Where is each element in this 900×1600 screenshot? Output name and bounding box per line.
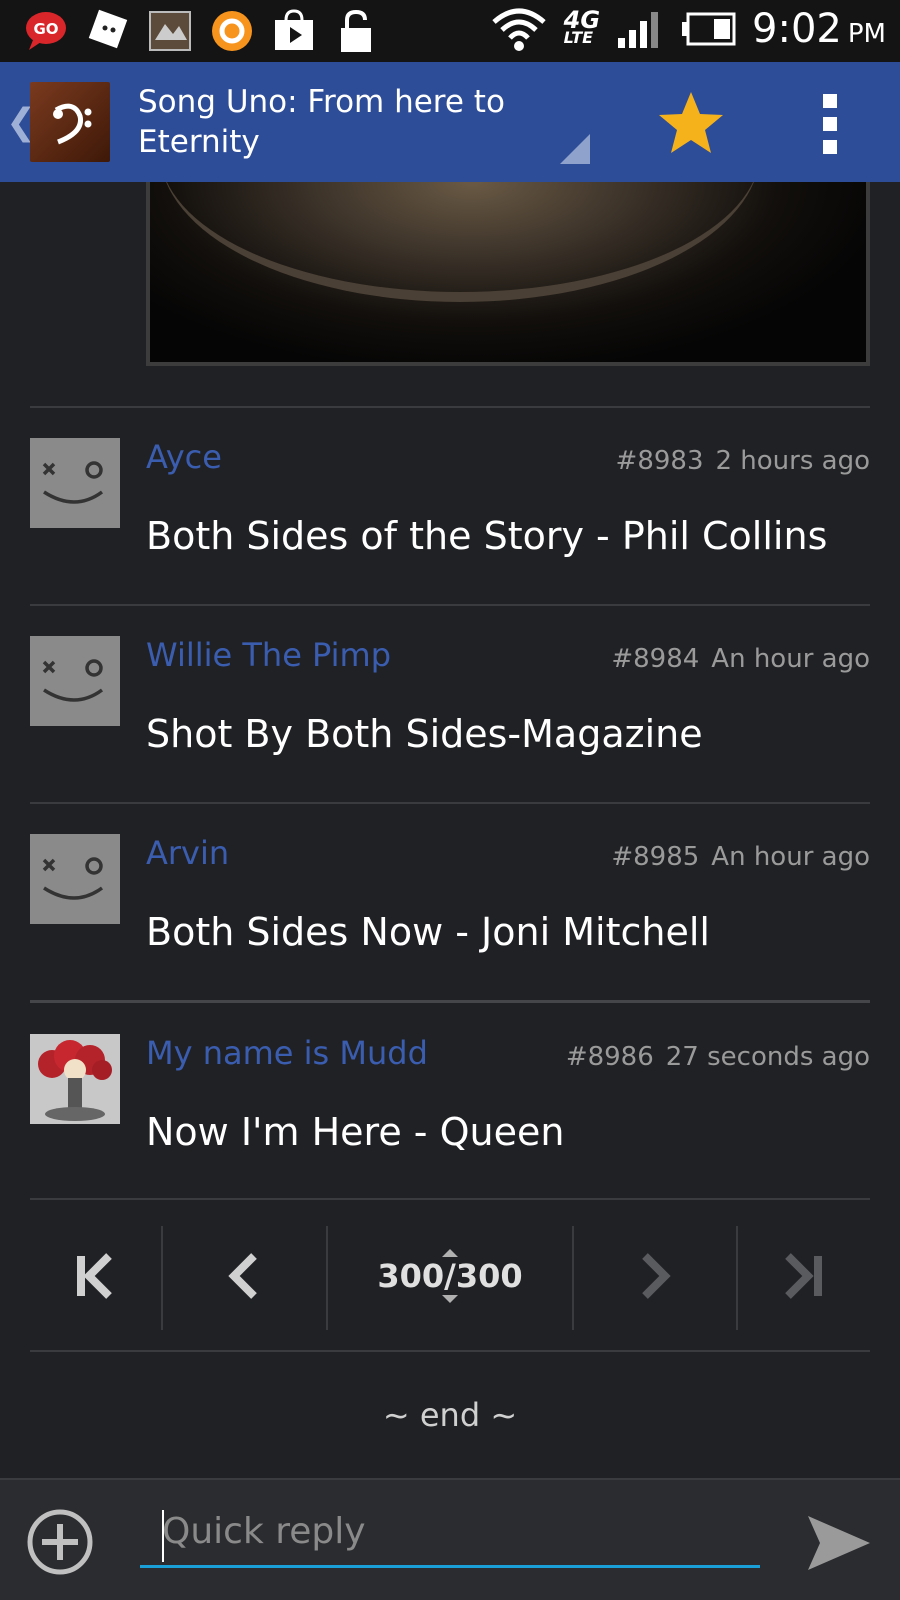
post-author[interactable]: Willie The Pimp — [146, 636, 391, 674]
caret-down-icon — [442, 1295, 458, 1303]
go-sms-icon: GO — [22, 8, 70, 54]
play-store-icon — [270, 8, 318, 54]
clock: 9:02 PM — [752, 6, 886, 52]
page-count: 300/300 — [377, 1257, 523, 1295]
thread-title[interactable]: Song Uno: From here to Eternity — [138, 82, 558, 162]
caret-up-icon — [442, 1249, 458, 1257]
post-time: 2 hours ago — [715, 446, 870, 476]
rei-icon — [146, 8, 194, 54]
title-dropdown-indicator — [560, 134, 590, 164]
post-item: Arvin #8985 An hour ago Both Sides Now - … — [0, 804, 900, 1000]
post-meta: #8986 27 seconds ago — [566, 1042, 870, 1072]
post-author[interactable]: My name is Mudd — [146, 1034, 428, 1072]
next-page-button[interactable] — [574, 1222, 736, 1330]
previous-page-button[interactable] — [163, 1222, 325, 1330]
post-message: Now I'm Here - Queen — [146, 1110, 565, 1154]
post-meta: #8985 An hour ago — [611, 842, 870, 872]
divider — [30, 1350, 870, 1352]
end-of-thread-label: ~ end ~ — [382, 1396, 518, 1434]
send-icon — [808, 1516, 870, 1570]
post-number[interactable]: #8986 — [566, 1042, 654, 1072]
post-meta: #8983 2 hours ago — [616, 446, 870, 476]
divider — [30, 1000, 870, 1003]
first-page-button[interactable] — [30, 1222, 160, 1330]
post-time: An hour ago — [711, 644, 870, 674]
post-author[interactable]: Ayce — [146, 438, 222, 476]
default-avatar-icon[interactable] — [30, 834, 120, 924]
quick-reply-input[interactable] — [140, 1498, 760, 1568]
wifi-icon — [491, 8, 546, 51]
notification-icons: GO — [22, 8, 380, 54]
post-message: Both Sides Now - Joni Mitchell — [146, 910, 710, 954]
post-item: Ayce #8983 2 hours ago Both Sides of the … — [0, 408, 900, 604]
mushroom-cloud-clown-avatar-icon[interactable] — [30, 1034, 120, 1124]
post-item: Willie The Pimp #8984 An hour ago Shot By… — [0, 606, 900, 802]
network-type: 4G LTE — [563, 6, 601, 47]
first-page-icon — [77, 1253, 112, 1299]
audible-icon — [208, 8, 256, 54]
previous-post-image[interactable] — [146, 182, 870, 366]
overflow-menu-button[interactable] — [810, 94, 850, 154]
chevron-left-icon — [228, 1253, 257, 1299]
menu-dot — [823, 140, 837, 154]
network-sub-label: LTE — [563, 28, 594, 47]
network-label: 4G — [563, 6, 601, 34]
clock-time: 9:02 — [752, 6, 842, 52]
post-message: Both Sides of the Story - Phil Collins — [146, 514, 828, 558]
bass-clef-icon[interactable] — [30, 82, 110, 162]
default-avatar-icon[interactable] — [30, 636, 120, 726]
signal-icon — [618, 12, 659, 48]
messenger-icon — [84, 8, 132, 54]
plus-circle-icon — [27, 1509, 93, 1575]
clock-ampm: PM — [847, 19, 886, 49]
lock-icon — [332, 8, 380, 54]
menu-dot — [823, 117, 837, 131]
post-author[interactable]: Arvin — [146, 834, 229, 872]
post-time: An hour ago — [711, 842, 870, 872]
last-page-button[interactable] — [738, 1222, 870, 1330]
post-item: My name is Mudd #8986 27 seconds ago Now … — [0, 1004, 900, 1200]
post-message: Shot By Both Sides-Magazine — [146, 712, 703, 756]
quick-reply-bar — [0, 1478, 900, 1600]
post-time: 27 seconds ago — [665, 1042, 870, 1072]
action-bar: ❮ Song Uno: From here to Eternity — [0, 62, 900, 182]
attach-button[interactable] — [26, 1508, 94, 1576]
chevron-right-icon — [642, 1253, 671, 1299]
status-bar: GO 4G LTE 9:02 PM — [0, 0, 900, 62]
menu-dot — [823, 94, 837, 108]
post-number[interactable]: #8984 — [611, 644, 699, 674]
svg-text:GO: GO — [33, 20, 58, 38]
star-icon — [659, 92, 723, 153]
battery-icon — [682, 12, 736, 46]
text-cursor — [162, 1510, 164, 1562]
favorite-star-button[interactable] — [656, 88, 726, 158]
post-meta: #8984 An hour ago — [611, 644, 870, 674]
image-content — [160, 182, 760, 302]
post-number[interactable]: #8985 — [611, 842, 699, 872]
pagination-bar: 300/300 — [0, 1222, 900, 1330]
page-selector[interactable]: 300/300 — [328, 1222, 572, 1330]
divider — [30, 1198, 870, 1200]
default-avatar-icon[interactable] — [30, 438, 120, 528]
system-icons: 4G LTE 9:02 PM — [490, 6, 886, 52]
last-page-icon — [785, 1253, 822, 1299]
post-number[interactable]: #8983 — [616, 446, 704, 476]
send-button[interactable] — [806, 1510, 872, 1576]
